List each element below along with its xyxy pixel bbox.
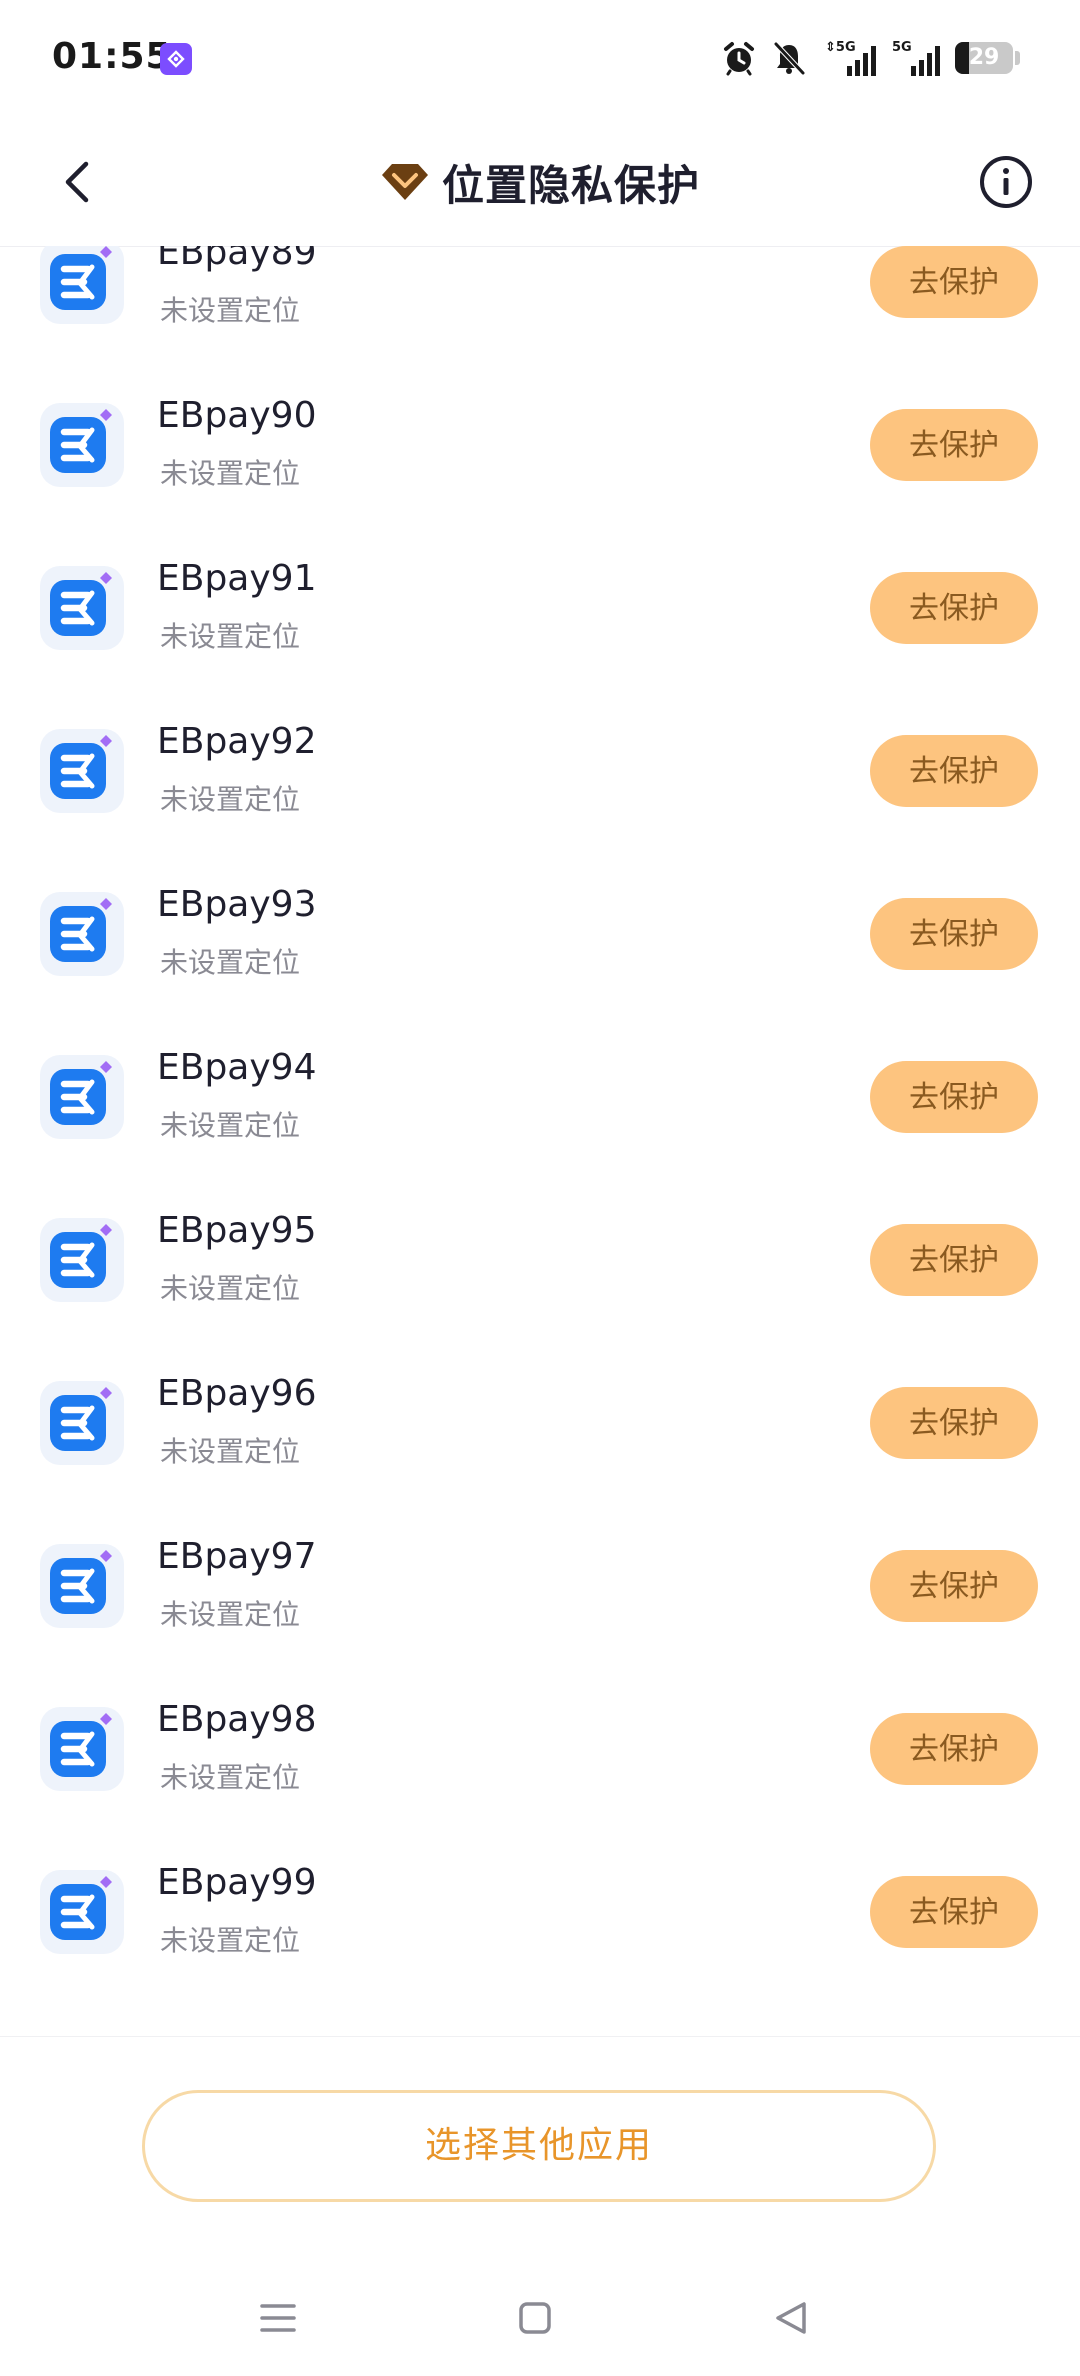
app-location-status: 未设置定位: [160, 782, 301, 816]
protect-button[interactable]: 去保护: [870, 1060, 1038, 1133]
menu-icon: [260, 2304, 296, 2332]
protect-button[interactable]: 去保护: [870, 408, 1038, 481]
ebpay-app-icon: [40, 402, 124, 487]
ebpay-app-icon: [40, 565, 124, 650]
status-time: 01:55: [52, 36, 172, 77]
protect-button[interactable]: 去保护: [870, 734, 1038, 807]
app-location-status: 未设置定位: [160, 619, 301, 653]
protect-button[interactable]: 去保护: [870, 1875, 1038, 1948]
ebpay-app-icon: [40, 1380, 124, 1465]
app-name: EBpay90: [157, 394, 317, 436]
page-title-text: 位置隐私保护: [441, 160, 700, 210]
list-item: EBpay99 未设置定位 去保护: [0, 1830, 1080, 1993]
battery-icon: 29: [955, 42, 1013, 74]
app-location-status: 未设置定位: [160, 1923, 301, 1957]
system-back-button[interactable]: [752, 2280, 828, 2356]
app-name: EBpay95: [157, 1209, 317, 1251]
list-item: EBpay90 未设置定位 去保护: [0, 363, 1080, 526]
protect-button[interactable]: 去保护: [870, 1712, 1038, 1785]
ebpay-app-icon: [40, 246, 124, 324]
app-name: EBpay93: [157, 883, 317, 925]
protect-button[interactable]: 去保护: [870, 1386, 1038, 1459]
app-name: EBpay94: [157, 1046, 317, 1088]
signal-5g-icon: 5G: [892, 40, 940, 76]
app-location-status: 未设置定位: [160, 945, 301, 979]
list-item: EBpay95 未设置定位 去保护: [0, 1178, 1080, 1341]
info-icon: [980, 156, 1032, 208]
ebpay-app-icon: [40, 891, 124, 976]
ebpay-app-icon: [40, 1869, 124, 1954]
list-item: EBpay92 未设置定位 去保护: [0, 689, 1080, 852]
app-name: EBpay89: [157, 246, 317, 273]
notification-app-icon: [160, 43, 192, 75]
protect-button[interactable]: 去保护: [870, 246, 1038, 318]
app-location-status: 未设置定位: [160, 1271, 301, 1305]
ebpay-app-icon: [40, 1217, 124, 1302]
back-triangle-icon: [776, 2302, 806, 2334]
page-title: 位置隐私保护: [0, 150, 1080, 214]
app-name: EBpay92: [157, 720, 317, 762]
svg-text:5G: 5G: [892, 40, 912, 55]
ebpay-app-icon: [40, 1543, 124, 1628]
app-name: EBpay96: [157, 1372, 317, 1414]
list-item: EBpay97 未设置定位 去保护: [0, 1504, 1080, 1667]
protect-button[interactable]: 去保护: [870, 897, 1038, 970]
home-icon: [519, 2302, 551, 2334]
app-location-status: 未设置定位: [160, 456, 301, 490]
list-item: EBpay89 未设置定位 去保护: [0, 246, 1080, 363]
alarm-icon: [724, 42, 754, 76]
divider: [0, 2036, 1080, 2037]
app-name: EBpay99: [157, 1861, 317, 1903]
list-item: EBpay91 未设置定位 去保护: [0, 526, 1080, 689]
select-other-apps-button[interactable]: 选择其他应用: [142, 2090, 936, 2202]
protect-button[interactable]: 去保护: [870, 1549, 1038, 1622]
list-item: EBpay96 未设置定位 去保护: [0, 1341, 1080, 1504]
home-button[interactable]: [497, 2280, 573, 2356]
status-bar: 01:55 ⇕5G 5G 29: [0, 0, 1080, 118]
app-location-status: 未设置定位: [160, 1434, 301, 1468]
menu-button[interactable]: [240, 2280, 316, 2356]
system-nav-bar: [0, 2280, 1080, 2356]
ebpay-app-icon: [40, 1054, 124, 1139]
list-item: EBpay93 未设置定位 去保护: [0, 852, 1080, 1015]
signal-5g-icon: ⇕5G: [825, 40, 876, 76]
info-button[interactable]: [974, 150, 1038, 214]
bell-muted-icon: [774, 42, 805, 75]
app-location-status: 未设置定位: [160, 1760, 301, 1794]
ebpay-app-icon: [40, 1706, 124, 1791]
app-name: EBpay91: [157, 557, 317, 599]
app-name: EBpay97: [157, 1535, 317, 1577]
protect-button[interactable]: 去保护: [870, 1223, 1038, 1296]
app-location-status: 未设置定位: [160, 293, 301, 327]
protect-button[interactable]: 去保护: [870, 571, 1038, 644]
header: 位置隐私保护: [0, 118, 1080, 247]
app-location-status: 未设置定位: [160, 1597, 301, 1631]
diamond-icon: [381, 164, 428, 200]
ebpay-app-icon: [40, 728, 124, 813]
app-location-status: 未设置定位: [160, 1108, 301, 1142]
list-item: EBpay94 未设置定位 去保护: [0, 1015, 1080, 1178]
svg-text:⇕5G: ⇕5G: [825, 40, 856, 55]
app-name: EBpay98: [157, 1698, 317, 1740]
app-list: EBpay89 未设置定位 去保护 EBpay90 未设置定位 去保护 EBpay91 未设置…: [0, 246, 1080, 2036]
list-item: EBpay98 未设置定位 去保护: [0, 1667, 1080, 1830]
battery-level: 29: [968, 45, 1000, 70]
